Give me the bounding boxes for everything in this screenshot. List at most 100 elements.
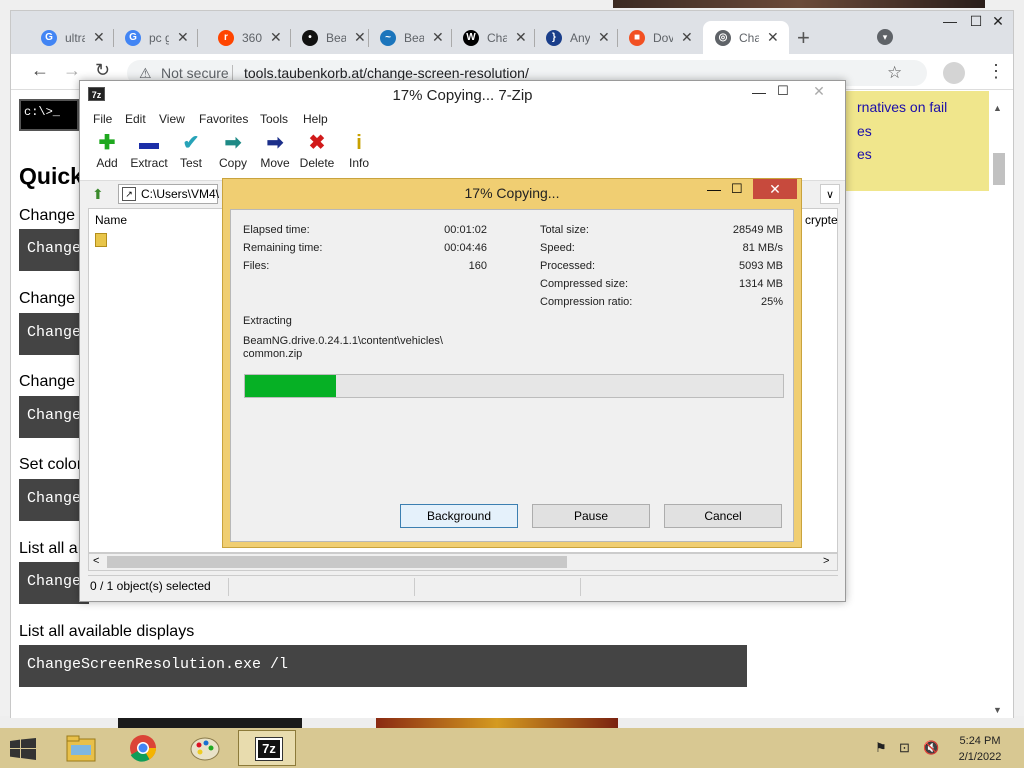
tab[interactable]: ~ Bea ✕ — [368, 21, 451, 54]
scroll-left-icon[interactable]: < — [93, 555, 99, 567]
tab[interactable]: ■ Dov ✕ — [617, 21, 703, 54]
menu-edit[interactable]: Edit — [125, 112, 146, 126]
close-button[interactable]: ✕ — [983, 13, 1013, 33]
folder-icon[interactable] — [95, 233, 107, 247]
tab-label: Dov — [653, 30, 673, 45]
background-button[interactable]: Background — [400, 504, 518, 528]
more-menu-icon[interactable]: ⋮ — [987, 61, 1005, 82]
page-scrollbar[interactable]: ▲ ▼ — [989, 91, 1009, 718]
close-button[interactable]: ✕ — [753, 179, 797, 199]
tab-close-icon[interactable]: ✕ — [598, 29, 610, 46]
tab-label: 360 — [242, 30, 262, 45]
pause-button[interactable]: Pause — [532, 504, 650, 528]
page-heading: Quick — [19, 163, 83, 189]
scroll-down-icon[interactable]: ▼ — [993, 705, 1002, 715]
current-file-name: common.zip — [243, 348, 303, 360]
back-icon[interactable]: ← — [31, 60, 49, 81]
url-text[interactable]: tools.taubenkorb.at/change-screen-resolu… — [244, 65, 529, 81]
maximize-button[interactable]: ☐ — [768, 83, 798, 103]
tab[interactable]: Gpc g ✕ — [113, 21, 197, 54]
tab-search-icon[interactable]: ▾ — [877, 29, 893, 45]
add-button[interactable]: ✚ Add — [87, 133, 127, 170]
horizontal-scrollbar[interactable]: < > — [88, 553, 838, 571]
maximize-button[interactable]: ☐ — [731, 181, 743, 197]
scrollbar-thumb[interactable] — [107, 556, 567, 568]
info-link[interactable]: es — [857, 146, 872, 162]
scroll-right-icon[interactable]: > — [823, 555, 829, 567]
folder-up-icon[interactable]: ⬆ — [92, 186, 104, 203]
tab-close-icon[interactable]: ✕ — [432, 29, 444, 46]
test-label: Test — [179, 156, 202, 170]
tab[interactable]: W Cha ✕ — [451, 21, 534, 54]
column-header-encrypted[interactable]: crypte — [805, 213, 838, 227]
minimize-button[interactable]: — — [707, 181, 721, 197]
operation-label: Extracting — [243, 315, 292, 327]
tab-close-icon[interactable]: ✕ — [681, 29, 693, 46]
tab[interactable]: • Bea ✕ — [290, 21, 368, 54]
section-label: Change — [19, 373, 76, 390]
tab[interactable]: r 360 ✕ — [206, 21, 290, 54]
chevron-down-icon[interactable]: ∨ — [820, 184, 840, 204]
scroll-up-icon[interactable]: ▲ — [993, 103, 1002, 113]
section-label: Change — [19, 290, 76, 307]
close-button[interactable]: ✕ — [804, 83, 834, 103]
info-link[interactable]: rnatives on fail — [857, 99, 947, 115]
menu-view[interactable]: View — [159, 112, 185, 126]
tab-close-icon[interactable]: ✕ — [515, 29, 527, 46]
action-center-flag-icon[interactable]: ⚑ — [875, 740, 887, 756]
7zip-taskbar-icon[interactable]: 7z — [238, 730, 296, 766]
menu-favorites[interactable]: Favorites — [199, 112, 248, 126]
paint-icon[interactable] — [176, 730, 234, 766]
menu-help[interactable]: Help — [303, 112, 328, 126]
tab-close-icon[interactable]: ✕ — [177, 29, 189, 46]
menu-tools[interactable]: Tools — [260, 112, 288, 126]
tab-label: Any — [570, 30, 590, 45]
tab-close-icon[interactable]: ✕ — [93, 29, 105, 46]
copy-button[interactable]: ➡ Copy — [213, 133, 253, 170]
file-explorer-icon[interactable] — [52, 730, 110, 766]
scrollbar-thumb[interactable] — [993, 153, 1005, 185]
progress-bar-fill — [245, 375, 337, 397]
tab-label: Bea — [404, 30, 424, 45]
google-icon: G — [41, 29, 57, 46]
tab[interactable]: Gultra ✕ — [29, 21, 113, 54]
processed-label: Processed: — [540, 260, 596, 272]
clock-date[interactable]: 2/1/2022 — [956, 751, 1004, 763]
cancel-button[interactable]: Cancel — [664, 504, 782, 528]
info-link[interactable]: es — [857, 123, 872, 139]
reload-icon[interactable]: ↻ — [95, 60, 110, 81]
forward-icon[interactable]: → — [63, 60, 81, 81]
tab[interactable]: } Any ✕ — [534, 21, 617, 54]
profile-avatar[interactable] — [943, 62, 965, 84]
network-icon[interactable]: ⊡ — [899, 740, 910, 756]
new-tab-button[interactable]: + — [797, 25, 810, 51]
reddit-icon: r — [218, 29, 234, 46]
info-label: Info — [348, 156, 369, 170]
total-size-value: 28549 MB — [732, 224, 783, 236]
tab[interactable]: ◎ Cha ✕ — [703, 21, 789, 54]
info-box: rnatives on fail es es — [845, 91, 989, 191]
menu-file[interactable]: File — [93, 112, 112, 126]
windows-start-icon[interactable] — [10, 738, 36, 760]
chrome-icon[interactable] — [114, 730, 172, 766]
delete-button[interactable]: ✖ Delete — [297, 133, 337, 170]
test-button[interactable]: ✔ Test — [171, 133, 211, 170]
add-icon: ✚ — [98, 132, 116, 154]
desktop-wallpaper-fragment — [376, 718, 618, 728]
info-button[interactable]: i Info — [339, 133, 379, 170]
bookmark-star-icon[interactable]: ☆ — [887, 63, 902, 83]
move-button[interactable]: ➡ Move — [255, 133, 295, 170]
security-label[interactable]: Not secure — [161, 65, 229, 81]
path-field[interactable]: ↗ C:\Users\VM4\ — [118, 184, 219, 204]
tab-close-icon[interactable]: ✕ — [354, 29, 366, 46]
volume-muted-icon[interactable]: 🔇 — [923, 740, 939, 756]
tab-close-icon[interactable]: ✕ — [270, 29, 282, 46]
clock-time[interactable]: 5:24 PM — [956, 735, 1004, 747]
extract-button[interactable]: ▬ Extract — [129, 133, 169, 170]
remaining-time-value: 00:04:46 — [444, 242, 487, 254]
test-icon: ✔ — [182, 132, 200, 154]
tab-close-icon[interactable]: ✕ — [767, 29, 779, 46]
delete-icon: ✖ — [308, 132, 326, 154]
section-label: List all available displays — [19, 623, 195, 640]
column-header-name[interactable]: Name — [95, 213, 127, 227]
